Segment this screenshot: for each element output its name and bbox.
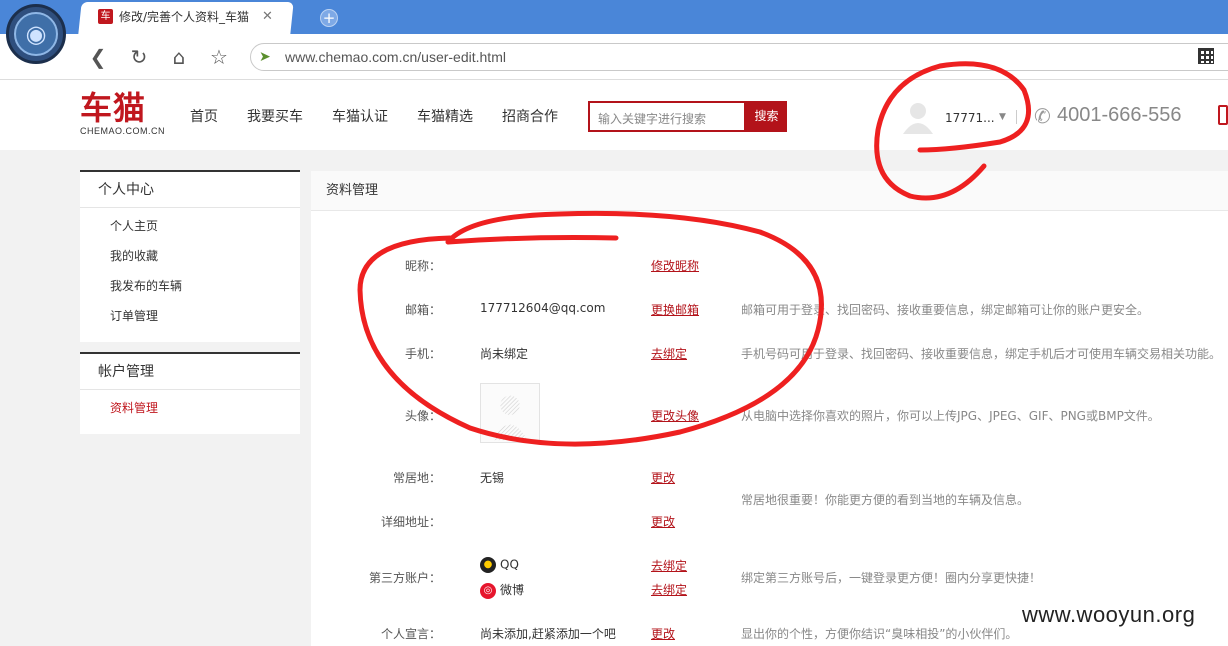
sidebar-personal-center: 个人中心 个人主页 我的收藏 我发布的车辆 订单管理 bbox=[80, 170, 300, 342]
change-address-link[interactable]: 更改 bbox=[651, 513, 675, 530]
url-text: www.chemao.com.cn/user-edit.html bbox=[285, 49, 506, 65]
phone-value: 尚未绑定 bbox=[480, 347, 529, 361]
bookmark-star-icon[interactable]: ☆ bbox=[207, 46, 231, 70]
sidebar-item-orders[interactable]: 订单管理 bbox=[80, 301, 300, 331]
logo-text: 车猫 bbox=[80, 89, 147, 127]
motto-hint: 显出你的个性，方便你结识“臭味相投”的小伙伴们。 bbox=[741, 627, 1018, 641]
phone-hint: 手机号码可用于登录、找回密码、接收重要信息，绑定手机后才可使用车辆交易相关功能。 bbox=[741, 347, 1222, 361]
residence-label: 常居地： bbox=[392, 471, 441, 485]
header-divider bbox=[1016, 110, 1017, 124]
sidebar-section-title: 帐户管理 bbox=[80, 354, 300, 390]
username[interactable]: 17771... bbox=[945, 111, 995, 125]
weibo-account: ◎ 微博 bbox=[480, 581, 524, 599]
mobile-icon[interactable] bbox=[1218, 105, 1228, 125]
search-button[interactable]: 搜索 bbox=[746, 101, 787, 132]
edit-nickname-link[interactable]: 修改昵称 bbox=[651, 257, 699, 274]
qq-icon: ● bbox=[480, 557, 496, 573]
change-residence-link[interactable]: 更改 bbox=[651, 469, 675, 486]
sidebar-item-home[interactable]: 个人主页 bbox=[80, 211, 300, 241]
residence-value: 无锡 bbox=[480, 471, 505, 485]
sidebar-item-profile[interactable]: 资料管理 bbox=[80, 393, 300, 423]
home-icon[interactable]: ⌂ bbox=[167, 46, 191, 70]
nickname-label: 昵称： bbox=[404, 259, 441, 273]
search-input[interactable]: 输入关键字进行搜索 bbox=[588, 101, 746, 132]
site-logo[interactable]: 车猫 CHEMAO.COM.CN bbox=[80, 90, 165, 136]
email-value: 177712604@qq.com bbox=[480, 301, 606, 315]
motto-label: 个人宣言： bbox=[380, 627, 441, 641]
browser-tab-content[interactable]: 车 修改/完善个人资料_车猫 bbox=[98, 8, 259, 25]
residence-hint: 常居地很重要！你能更方便的看到当地的车辆及信息。 bbox=[741, 493, 1030, 507]
third-party-label: 第三方账户： bbox=[368, 571, 441, 585]
nav-item-selected[interactable]: 车猫精选 bbox=[417, 106, 473, 126]
user-avatar-icon[interactable] bbox=[900, 98, 936, 134]
sidebar-item-favorites[interactable]: 我的收藏 bbox=[80, 241, 300, 271]
main-nav: 首页 我要买车 车猫认证 车猫精选 招商合作 bbox=[190, 106, 587, 126]
avatar-image[interactable] bbox=[480, 383, 540, 443]
third-party-hint: 绑定第三方账号后，一键登录更方便！圈内分享更快捷！ bbox=[741, 571, 1042, 585]
page-title: 资料管理 bbox=[311, 171, 1228, 211]
address-label: 详细地址： bbox=[380, 515, 441, 529]
bind-phone-link[interactable]: 去绑定 bbox=[651, 345, 687, 362]
weibo-icon: ◎ bbox=[480, 582, 496, 599]
qq-label: QQ bbox=[500, 557, 519, 572]
browser-logo-icon[interactable]: ◉ bbox=[6, 4, 66, 64]
site-favicon-icon: 车 bbox=[98, 9, 113, 24]
sidebar-account: 帐户管理 资料管理 bbox=[80, 352, 300, 434]
tab-close-icon[interactable]: ✕ bbox=[262, 9, 273, 24]
avatar-hint: 从电脑中选择你喜欢的照片，你可以上传JPG、JPEG、GIF、PNG或BMP文件… bbox=[741, 409, 1160, 423]
nav-item-partners[interactable]: 招商合作 bbox=[502, 106, 558, 126]
chevron-down-icon[interactable]: ▼ bbox=[999, 112, 1006, 122]
nav-item-certified[interactable]: 车猫认证 bbox=[332, 106, 388, 126]
qq-account: ● QQ bbox=[480, 557, 519, 573]
change-motto-link[interactable]: 更改 bbox=[651, 625, 675, 642]
reload-icon[interactable]: ↻ bbox=[127, 46, 151, 70]
hotline-number: 4001-666-556 bbox=[1057, 104, 1182, 126]
motto-value: 尚未添加,赶紧添加一个吧 bbox=[480, 627, 616, 641]
change-avatar-link[interactable]: 更改头像 bbox=[651, 407, 699, 424]
tab-title: 修改/完善个人资料_车猫 bbox=[119, 10, 250, 24]
weibo-label: 微博 bbox=[500, 583, 525, 597]
new-tab-icon[interactable]: + bbox=[320, 9, 338, 27]
email-label: 邮箱： bbox=[404, 303, 441, 317]
change-email-link[interactable]: 更换邮箱 bbox=[651, 301, 699, 318]
site-header: 车猫 CHEMAO.COM.CN 首页 我要买车 车猫认证 车猫精选 招商合作 … bbox=[0, 80, 1228, 150]
sidebar-item-my-cars[interactable]: 我发布的车辆 bbox=[80, 271, 300, 301]
nav-item-buy-car[interactable]: 我要买车 bbox=[247, 106, 303, 126]
rocket-icon: ➤ bbox=[259, 49, 271, 65]
browser-toolbar: ❮ ↻ ⌂ ☆ ➤ www.chemao.com.cn/user-edit.ht… bbox=[0, 34, 1228, 80]
address-bar[interactable]: ➤ www.chemao.com.cn/user-edit.html bbox=[250, 43, 1228, 71]
phone-label: 手机： bbox=[404, 347, 441, 361]
sidebar-section-title: 个人中心 bbox=[80, 172, 300, 208]
bind-qq-link[interactable]: 去绑定 bbox=[651, 557, 687, 574]
nav-item-home[interactable]: 首页 bbox=[190, 106, 218, 126]
qr-code-icon[interactable] bbox=[1198, 48, 1214, 64]
logo-domain: CHEMAO.COM.CN bbox=[80, 126, 165, 136]
back-icon[interactable]: ❮ bbox=[86, 46, 110, 70]
watermark: www.wooyun.org bbox=[1022, 602, 1196, 627]
email-hint: 邮箱可用于登录、找回密码、接收重要信息，绑定邮箱可让你的账户更安全。 bbox=[741, 303, 1150, 317]
avatar-label: 头像： bbox=[404, 409, 441, 423]
bind-weibo-link[interactable]: 去绑定 bbox=[651, 581, 687, 598]
phone-icon: ✆ bbox=[1034, 104, 1051, 128]
profile-panel: 资料管理 昵称： 修改昵称 邮箱： 177712604@qq.com 更换邮箱 … bbox=[311, 171, 1228, 646]
